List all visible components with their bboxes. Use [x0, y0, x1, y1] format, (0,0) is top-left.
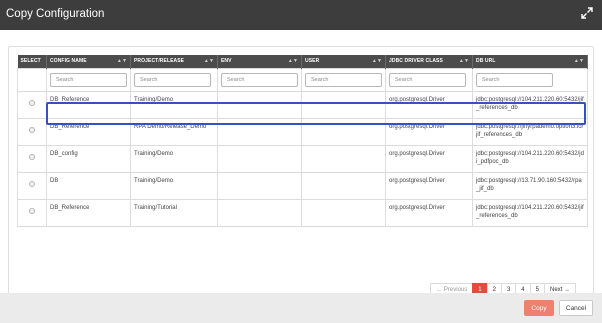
search-cell-empty	[17, 67, 47, 92]
jdbc-driver-cell: org.postgresql.Driver	[385, 198, 473, 227]
env-cell	[217, 144, 302, 173]
column-header-select: SELECT	[17, 55, 47, 68]
radio-icon[interactable]	[29, 100, 35, 106]
configuration-table-panel: SELECT CONFIG NAME ▲▼ PROJECT/RELEASE ▲▼ E…	[8, 46, 594, 297]
project-release-cell: Training/Demo	[130, 171, 218, 200]
dialog-footer: Copy Cancel	[0, 293, 602, 323]
column-header-user[interactable]: USER ▲▼	[301, 55, 386, 68]
column-header-env[interactable]: ENV ▲▼	[217, 55, 302, 68]
config-name-cell: DB_Reference	[46, 117, 131, 146]
table-row[interactable]: DB_Reference Training/Tutorial org.postg…	[17, 198, 588, 227]
radio-icon[interactable]	[29, 181, 35, 187]
dialog-header: Copy Configuration	[0, 0, 602, 30]
jdbc-driver-cell: org.postgresql.Driver	[385, 171, 473, 200]
user-cell	[301, 144, 386, 173]
user-cell	[301, 198, 386, 227]
column-header-jdbc-driver-class[interactable]: JDBC DRIVER CLASS ▲▼	[385, 55, 473, 68]
config-name-cell: DB_Reference	[46, 198, 131, 227]
expand-icon[interactable]	[581, 7, 593, 19]
config-name-cell: DB	[46, 171, 131, 200]
table-header-row: SELECT CONFIG NAME ▲▼ PROJECT/RELEASE ▲▼ E…	[17, 55, 588, 68]
dialog-body: SELECT CONFIG NAME ▲▼ PROJECT/RELEASE ▲▼ E…	[0, 30, 602, 297]
config-name-cell: DB_config	[46, 144, 131, 173]
configuration-table: SELECT CONFIG NAME ▲▼ PROJECT/RELEASE ▲▼ E…	[17, 55, 588, 227]
project-release-cell: Training/Tutorial	[130, 198, 218, 227]
jdbc-driver-cell: org.postgresql.Driver	[385, 117, 473, 146]
env-cell	[217, 198, 302, 227]
column-header-config-name[interactable]: CONFIG NAME ▲▼	[46, 55, 131, 68]
dialog-title: Copy Configuration	[6, 8, 105, 20]
column-header-project-release[interactable]: PROJECT/RELEASE ▲▼	[130, 55, 218, 68]
db-url-cell: jdbc:postgresql://104.211.220.60:5432/ji…	[472, 198, 588, 227]
radio-icon[interactable]	[29, 154, 35, 160]
table-row[interactable]: DB_Reference Training/Demo org.postgresq…	[17, 90, 588, 119]
project-release-cell: Training/Demo	[130, 144, 218, 173]
env-cell	[217, 117, 302, 146]
db-url-cell: jdbc:postgresql://104.211.220.60:5432/ji…	[472, 90, 588, 119]
env-search-input[interactable]	[221, 72, 298, 87]
project-release-cell: RPA Demo/Release_Demo	[130, 117, 218, 146]
db-url-cell: jdbc:postgresql://jiffyrpademo.option3.i…	[472, 117, 588, 146]
db-url-cell: jdbc:postgresql://104.211.220.60:5432/jd…	[472, 144, 588, 173]
project-release-cell: Training/Demo	[130, 90, 218, 119]
sort-icon[interactable]: ▲▼	[288, 58, 298, 64]
env-cell	[217, 171, 302, 200]
user-cell	[301, 90, 386, 119]
config-name-cell: DB_Reference	[46, 90, 131, 119]
sort-icon[interactable]: ▲▼	[459, 58, 469, 64]
db-url-search-input[interactable]	[476, 72, 553, 87]
env-cell	[217, 90, 302, 119]
user-cell	[301, 171, 386, 200]
jdbc-driver-cell: org.postgresql.Driver	[385, 90, 473, 119]
config-name-search-input[interactable]	[50, 72, 127, 87]
sort-icon[interactable]: ▲▼	[574, 58, 584, 64]
sort-icon[interactable]: ▲▼	[117, 58, 127, 64]
user-search-input[interactable]	[305, 72, 382, 87]
radio-icon[interactable]	[29, 208, 35, 214]
jdbc-driver-class-search-input[interactable]	[389, 72, 466, 87]
jdbc-driver-cell: org.postgresql.Driver	[385, 144, 473, 173]
cancel-button[interactable]: Cancel	[559, 300, 593, 316]
table-row[interactable]: DB Training/Demo org.postgresql.Driver j…	[17, 171, 588, 200]
db-url-cell: jdbc:postgresql://13.71.90.160:5432/rpa_…	[472, 171, 588, 200]
search-filter-row	[17, 67, 588, 92]
table-row[interactable]: DB_Reference RPA Demo/Release_Demo org.p…	[17, 117, 588, 146]
column-header-db-url[interactable]: DB URL ▲▼	[472, 55, 588, 68]
copy-button[interactable]: Copy	[524, 300, 554, 316]
user-cell	[301, 117, 386, 146]
table-row[interactable]: DB_config Training/Demo org.postgresql.D…	[17, 144, 588, 173]
sort-icon[interactable]: ▲▼	[204, 58, 214, 64]
project-release-search-input[interactable]	[134, 72, 211, 87]
sort-icon[interactable]: ▲▼	[372, 58, 382, 64]
radio-icon[interactable]	[29, 127, 35, 133]
